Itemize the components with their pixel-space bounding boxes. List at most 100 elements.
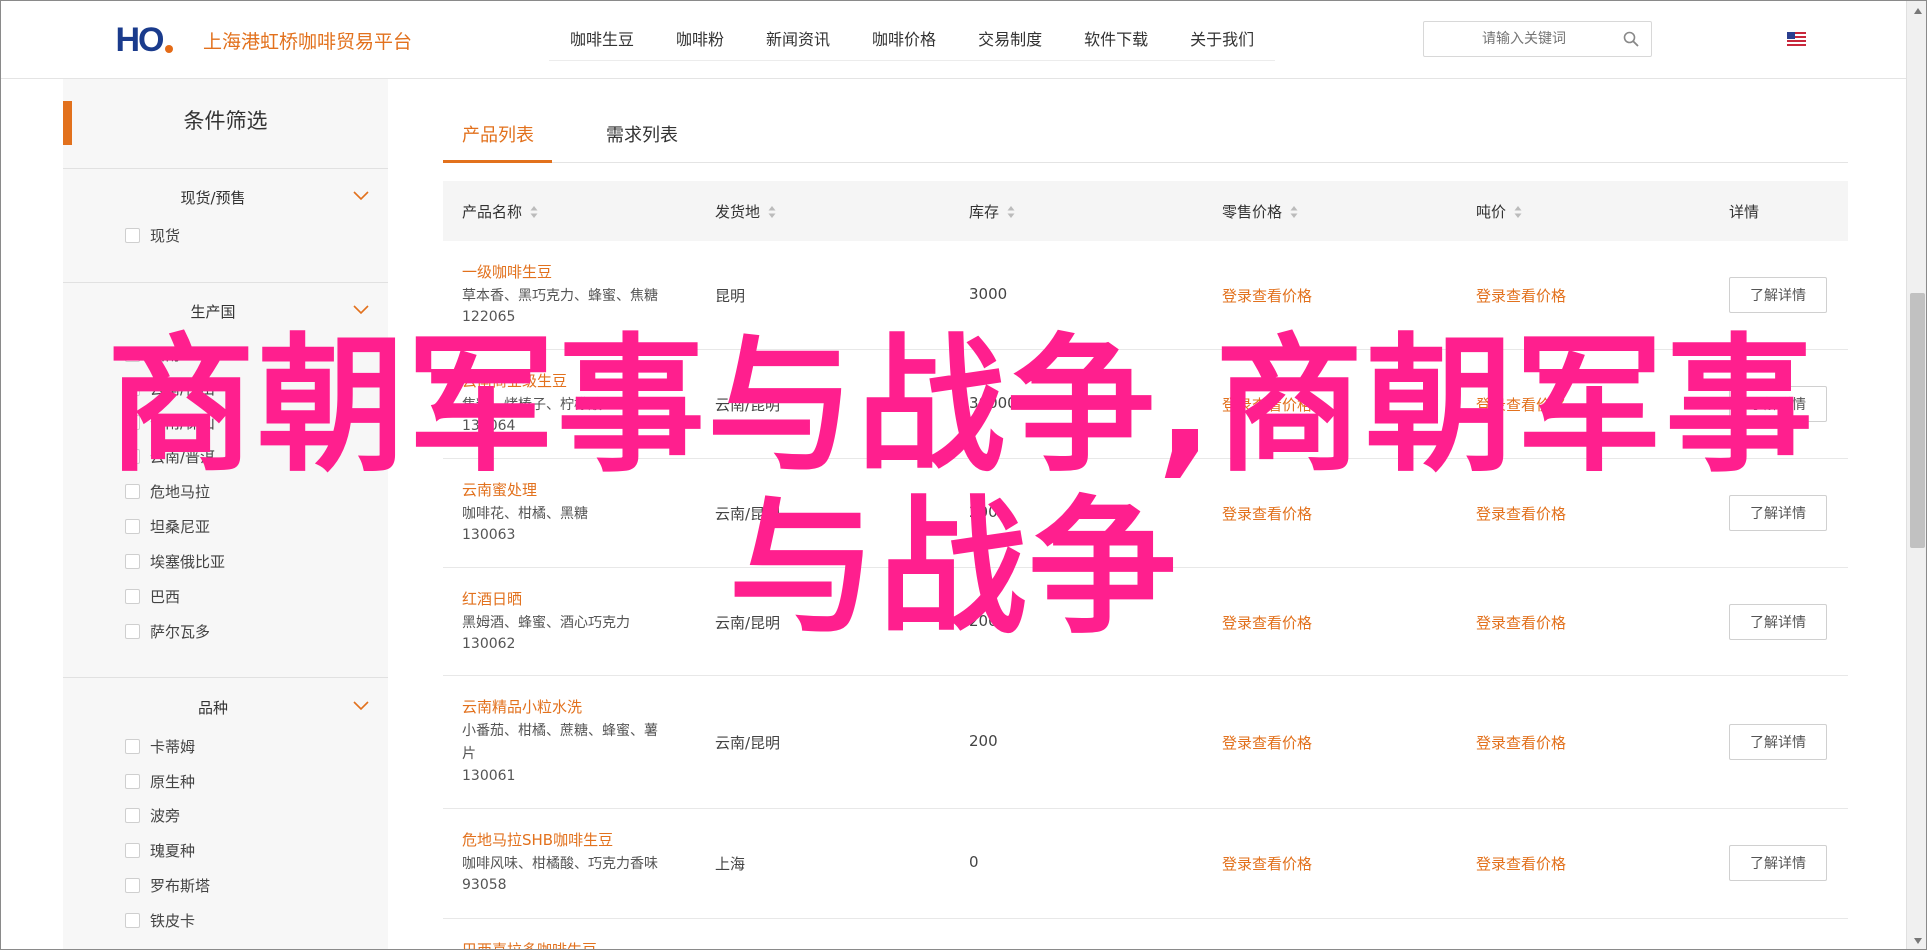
search-box [1423,21,1652,57]
filter-option[interactable]: 波旁 [125,804,180,826]
us-flag-icon[interactable] [1787,32,1806,46]
filter-option-label: 波旁 [150,806,181,825]
sidebar-title: 条件筛选 [183,109,268,133]
product-description: 咖啡风味、柑橘酸、巧克力香味 [462,856,658,872]
product-description: 小番茄、柑橘、蔗糖、蜂蜜、薯 [462,723,658,739]
filter-option-label: 罗布斯塔 [150,876,211,895]
ton-price-login-link[interactable]: 登录查看价格 [1476,732,1566,753]
site-logo[interactable]: HO [113,21,175,59]
detail-button[interactable]: 了解详情 [1729,724,1827,760]
overlay-headline-line1: 商朝军事与战争,商朝军事 [106,320,1816,492]
checkbox[interactable] [125,912,140,928]
filter-group-title: 现货/预售 [180,189,246,207]
overlay-headline-line2: 与战争 [728,482,1179,654]
nav-item-coffee-powder[interactable]: 咖啡粉 [655,19,745,60]
column-header-label: 详情 [1729,203,1760,221]
scroll-down-arrow-icon[interactable] [1913,937,1923,945]
filter-option[interactable]: 现货 [125,224,180,246]
browser-frame: HO 上海港虹桥咖啡贸易平台 咖啡生豆 咖啡粉 新闻资讯 咖啡价格 交易制度 软… [0,0,1927,950]
sort-icon[interactable] [1007,205,1015,219]
column-header-details: 详情 [1729,201,1759,222]
product-name-link[interactable]: 危地马拉SHB咖啡生豆 [462,829,613,850]
sort-icon[interactable] [530,205,538,219]
filter-option-label: 卡蒂姆 [150,737,196,756]
search-icon[interactable] [1623,31,1639,47]
chevron-down-icon[interactable] [353,305,369,315]
column-header-label: 零售价格 [1222,203,1283,221]
column-header-label: 吨价 [1476,203,1507,221]
checkbox[interactable] [125,842,140,858]
checkbox[interactable] [125,773,140,789]
column-header-stock[interactable]: 库存 [969,201,1015,222]
sort-icon[interactable] [768,205,776,219]
sidebar-divider [63,168,388,169]
filter-option-label: 瑰夏种 [150,841,196,860]
ton-price-login-link[interactable]: 登录查看价格 [1476,285,1566,306]
active-tab-indicator [443,160,552,163]
detail-button[interactable]: 了解详情 [1729,277,1827,313]
column-header-label: 库存 [969,203,1000,221]
ton-price-login-link[interactable]: 登录查看价格 [1476,853,1566,874]
filter-option[interactable]: 瑰夏种 [125,839,195,861]
filter-group-title: 品种 [197,699,228,717]
search-input[interactable] [1434,28,1614,50]
logo-dot [164,45,173,53]
filter-option-label: 铁皮卡 [150,911,196,930]
filter-option[interactable]: 铁皮卡 [125,909,195,931]
table-header: 产品名称 发货地 库存 零售价格 吨价 详情 [443,181,1848,241]
scrollbar-thumb[interactable] [1910,293,1925,548]
filter-group-stock-header[interactable]: 现货/预售 [63,184,388,214]
detail-button[interactable]: 了解详情 [1729,845,1827,881]
site-name[interactable]: 上海港虹桥咖啡贸易平台 [203,27,412,54]
list-tabs: 产品列表 需求列表 [443,103,1848,163]
column-header-label: 产品名称 [462,203,523,221]
product-name-link[interactable]: 巴西喜拉多咖啡生豆 [462,939,597,949]
chevron-down-icon[interactable] [353,701,369,711]
checkbox[interactable] [125,227,140,243]
filter-option[interactable]: 罗布斯塔 [125,874,210,896]
product-stock: 200 [969,732,998,750]
checkbox[interactable] [125,738,140,754]
nav-item-about[interactable]: 关于我们 [1169,19,1275,60]
tab-demand-list[interactable]: 需求列表 [606,121,678,147]
filter-option[interactable]: 原生种 [125,770,195,792]
product-origin: 上海 [715,855,746,873]
product-stock: 3000 [969,285,1008,303]
column-header-origin[interactable]: 发货地 [715,201,776,222]
sort-icon[interactable] [1290,205,1298,219]
logo-text: HO [115,20,165,59]
sidebar-divider [63,282,388,283]
nav-item-trading-rules[interactable]: 交易制度 [957,19,1063,60]
product-id: 93058 [462,877,507,893]
checkbox[interactable] [125,807,140,823]
column-header-ton-price[interactable]: 吨价 [1476,201,1522,222]
column-header-product-name[interactable]: 产品名称 [462,201,538,222]
retail-price-login-link[interactable]: 登录查看价格 [1222,853,1312,874]
nav-item-green-beans[interactable]: 咖啡生豆 [549,19,655,60]
product-origin: 昆明 [715,287,746,305]
column-header-label: 发货地 [715,203,761,221]
tab-product-list[interactable]: 产品列表 [462,121,534,147]
nav-item-downloads[interactable]: 软件下载 [1063,19,1169,60]
column-header-retail-price[interactable]: 零售价格 [1222,201,1298,222]
filter-option[interactable]: 卡蒂姆 [125,735,195,757]
site-header: HO 上海港虹桥咖啡贸易平台 咖啡生豆 咖啡粉 新闻资讯 咖啡价格 交易制度 软… [1,1,1926,79]
retail-price-login-link[interactable]: 登录查看价格 [1222,732,1312,753]
product-description: 片 [462,746,476,762]
product-name-link[interactable]: 一级咖啡生豆 [462,261,552,282]
page-scrollbar[interactable] [1906,1,1926,949]
nav-item-news[interactable]: 新闻资讯 [745,19,851,60]
chevron-down-icon[interactable] [353,191,369,201]
product-description: 草本香、黑巧克力、蜂蜜、焦糖 [462,288,658,304]
nav-item-prices[interactable]: 咖啡价格 [851,19,957,60]
filter-option-label: 现货 [150,226,181,245]
retail-price-login-link[interactable]: 登录查看价格 [1222,285,1312,306]
checkbox[interactable] [125,877,140,893]
scroll-up-arrow-icon[interactable] [1913,7,1923,15]
product-stock: 0 [969,853,979,871]
filter-group-variety-header[interactable]: 品种 [63,694,388,724]
product-origin: 云南/昆明 [715,734,781,752]
product-name-link[interactable]: 云南精品小粒水洗 [462,696,582,717]
main-nav: 咖啡生豆 咖啡粉 新闻资讯 咖啡价格 交易制度 软件下载 关于我们 [549,19,1276,61]
sort-icon[interactable] [1514,205,1522,219]
